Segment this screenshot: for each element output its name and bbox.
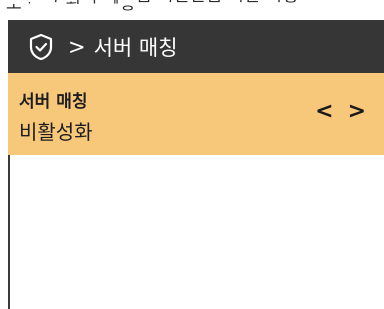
breadcrumb-separator: >	[68, 34, 86, 59]
header-bar: > 서버 매칭	[8, 20, 384, 73]
setting-value: 비활성화	[19, 120, 93, 144]
chevron-left-icon[interactable]: <	[315, 99, 333, 125]
shield-check-icon	[26, 32, 56, 62]
breadcrumb: > 서버 매칭	[68, 32, 178, 62]
value-selector: < >	[315, 99, 366, 125]
cropped-text-residue: ᅟᅩᆞ ᄀ ᅪᅵ ᅦᆼᄆ ᄀᄐᄂᄇ ᄀᄐ ᄀᄒ	[6, 0, 300, 14]
top-cropped-text-strip: ᅟᅩᆞ ᄀ ᅪᅵ ᅦᆼᄆ ᄀᄐᄂᄇ ᄀᄐ ᄀᄒ	[0, 0, 384, 20]
setting-label: 서버 매칭	[19, 92, 88, 112]
page-title: 서버 매칭	[93, 35, 178, 60]
chevron-right-icon[interactable]: >	[348, 99, 366, 125]
setting-row-server-matching[interactable]: 서버 매칭 비활성화 < >	[8, 73, 384, 155]
